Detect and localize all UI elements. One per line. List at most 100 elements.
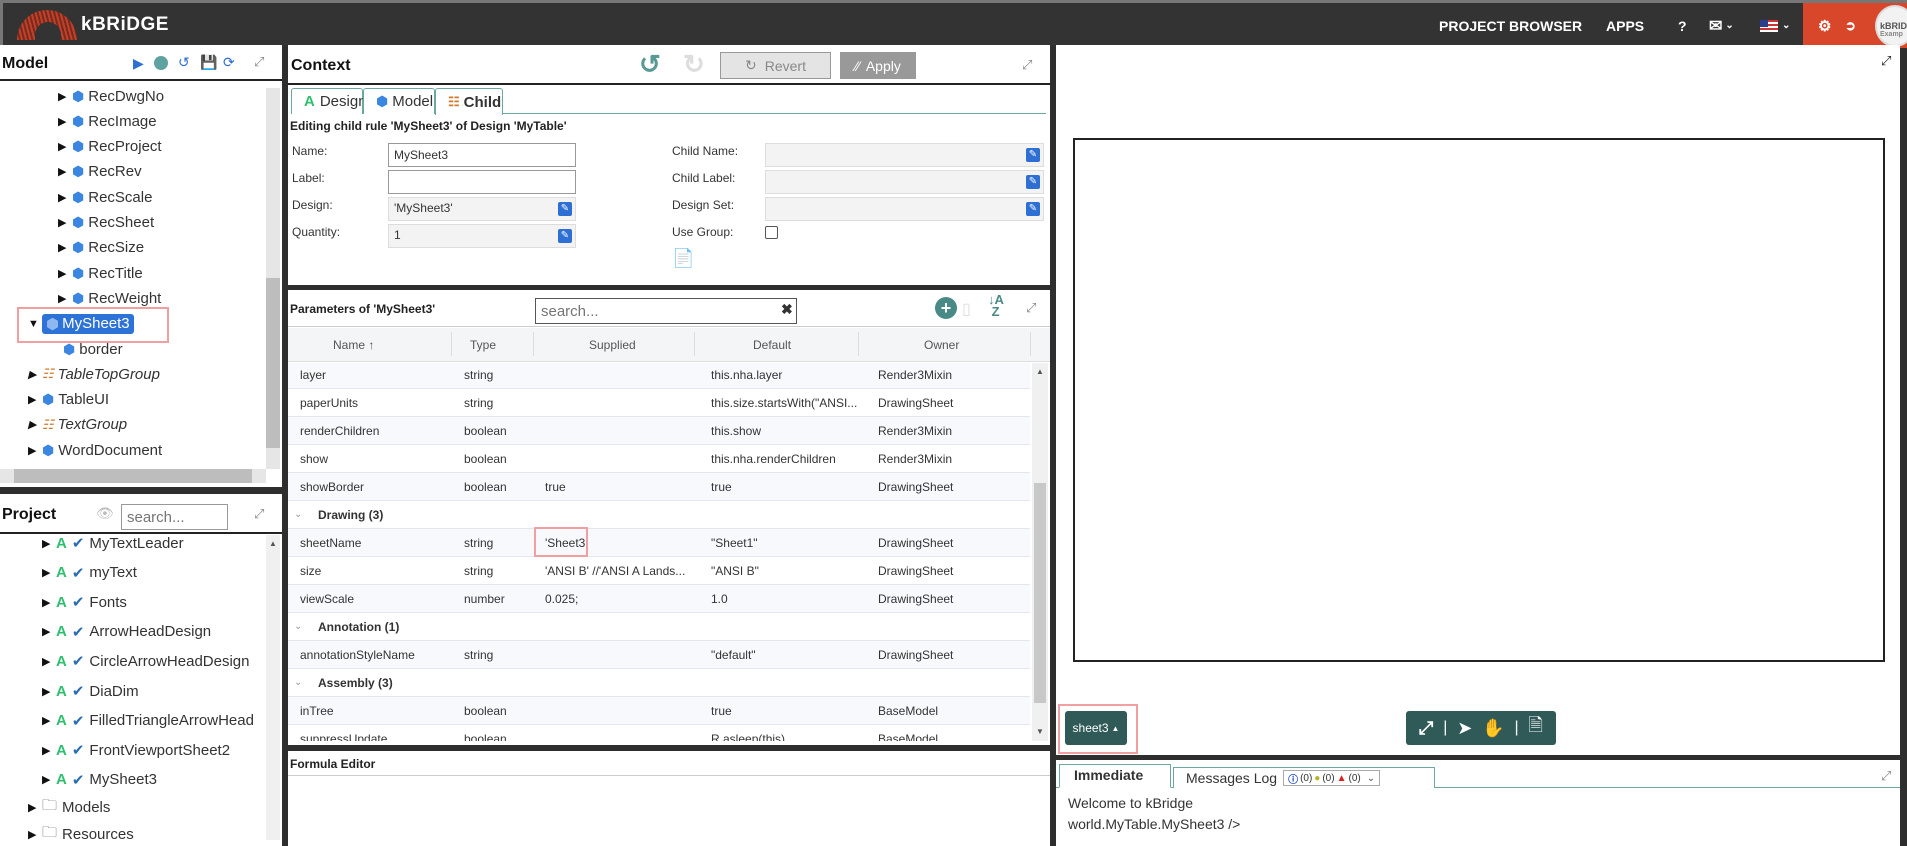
sheet-selector-button[interactable]: sheet3 ▲ [1065,711,1127,745]
expand-triangle-icon[interactable]: ▶ [58,191,72,204]
expand-triangle-icon[interactable]: ▶ [42,655,56,668]
refresh-icon[interactable]: ⟳ [223,54,235,71]
expand-triangle-icon[interactable]: ▶ [58,140,72,153]
parameters-scrollbar[interactable]: ▲ ▼ [1032,363,1048,741]
expand-triangle-icon[interactable]: ▶ [58,267,72,280]
expand-triangle-icon[interactable]: ▶ [28,418,42,431]
expand-triangle-icon[interactable]: ▶ [28,393,42,406]
table-row[interactable]: inTree boolean true BaseModel [288,697,1030,725]
avatar[interactable]: kBRID Examp [1875,5,1907,47]
expand-triangle-icon[interactable]: ▶ [28,368,42,381]
tree-item[interactable]: ⬢ border [63,337,123,361]
param-supplied[interactable]: 0.025; [545,592,578,606]
formula-editor-area[interactable] [288,777,1050,846]
hscrollbar-thumb[interactable] [14,469,252,483]
project-item[interactable]: ▶ A ✔︎ CircleArrowHeadDesign [42,649,249,673]
expand-triangle-icon[interactable]: ▶ [58,241,72,254]
column-header-supplied[interactable]: Supplied [589,338,636,352]
expand-triangle-icon[interactable]: ▶ [58,216,72,229]
chevron-down-icon[interactable]: ⌄ [294,677,302,688]
nav-help[interactable]: ? [1678,3,1687,48]
document-icon[interactable]: 📄 [672,248,694,269]
project-search-input[interactable] [121,504,228,530]
expand-triangle-icon[interactable]: ▶ [58,165,72,178]
tree-item[interactable]: ▶ ☷ TextGroup [28,413,127,437]
help-link[interactable]: ? [1678,18,1687,34]
name-input[interactable] [388,143,576,167]
table-row[interactable]: show boolean this.nha.renderChildren Ren… [288,445,1030,473]
drawing-sheet-border[interactable] [1073,138,1885,662]
chevron-down-icon[interactable]: ⌄ [294,509,302,520]
scrollbar-thumb[interactable] [1034,483,1046,703]
pointer-icon[interactable]: ➤ [1457,718,1472,739]
tab-child[interactable]: ☷ Child [435,88,503,115]
tree-item[interactable]: ▶ ⬢ TableUI [28,388,109,412]
use-group-checkbox[interactable] [765,226,778,239]
child-name-field[interactable]: ✎ [765,143,1044,167]
expand-triangle-icon[interactable]: ▶ [42,596,56,609]
expand-triangle-icon[interactable]: ▶ [42,566,56,579]
project-item[interactable]: ▶ A ✔︎ Fonts [42,590,127,614]
scroll-up-icon[interactable]: ▲ [1036,367,1044,376]
clear-search-icon[interactable]: ✖ [781,301,793,318]
table-row[interactable]: viewScale number 0.025; 1.0 DrawingSheet [288,585,1030,613]
tree-item[interactable]: ▶ ⬢ RecSheet [58,211,154,235]
expand-icon[interactable]: ⤢ [1881,768,1891,784]
scroll-up-icon[interactable]: ▲ [269,539,277,548]
expand-triangle-icon[interactable]: ▶ [28,801,42,814]
eye-slash-icon[interactable]: 👁 [96,505,114,522]
tree-item[interactable]: ▶ ⬢ RecRev [58,160,142,184]
expand-triangle-icon[interactable]: ▶ [42,685,56,698]
project-item[interactable]: ▶ A ✔︎ ArrowHeadDesign [42,620,211,644]
logout-button[interactable]: ➲ [1845,3,1856,48]
scrollbar-thumb[interactable] [266,278,280,448]
tab-model[interactable]: ⬢ Model [363,88,435,114]
parameters-search-input[interactable] [535,298,797,324]
message-filter[interactable]: ⓘ (0) ● (0) ▲ (0) ⌄ [1283,770,1381,786]
folder-item[interactable]: ▶ 🗀 Models [28,795,110,819]
expand-triangle-icon[interactable]: ▶ [42,625,56,638]
expand-triangle-icon[interactable]: ▶ [42,744,56,757]
table-row[interactable]: suppressUpdate boolean R.asleep(this) Ba… [288,725,1030,742]
param-supplied[interactable]: 'ANSI B' //'ANSI A Lands... [545,564,685,578]
pdf-icon[interactable]: 🗎 [1529,713,1543,743]
model-tree-hscrollbar[interactable] [0,469,266,483]
expand-triangle-icon[interactable]: ▶ [28,828,42,841]
param-supplied[interactable]: true [545,480,566,494]
tree-item[interactable]: ▶ ⬢ RecSize [58,236,144,260]
kbridge-logo[interactable]: kBRiDGE [17,9,169,41]
fit-view-icon[interactable]: ⤢ [1419,718,1433,739]
model-tree-scrollbar[interactable] [266,88,280,469]
project-item[interactable]: ▶ A ✔︎ FilledTriangleArrowHead [42,709,254,733]
quantity-field[interactable]: 1 ✎ [388,224,576,248]
table-row[interactable]: size string 'ANSI B' //'ANSI A Lands... … [288,557,1030,585]
expand-triangle-icon[interactable]: ▶ [58,115,72,128]
expand-icon[interactable]: ⤢ [1881,53,1891,69]
project-item[interactable]: ▶ A ✔︎ MyTextLeader [42,535,184,555]
group-row[interactable]: ⌄ Drawing (3) [288,501,1030,529]
nav-apps[interactable]: APPS [1606,3,1644,48]
eraser-icon[interactable]: ▯ [962,299,971,319]
save-icon[interactable]: 💾 [200,54,217,71]
column-header-type[interactable]: Type [470,338,496,352]
nav-project-browser[interactable]: PROJECT BROWSER [1439,3,1582,48]
column-header-default[interactable]: Default [753,338,791,352]
undo-icon[interactable]: ↺ [639,49,661,80]
table-row[interactable]: showBorder boolean true true DrawingShee… [288,473,1030,501]
redo-icon[interactable]: ↻ [683,49,705,80]
expand-icon[interactable]: ⤢ [254,54,264,70]
project-item[interactable]: ▶ A ✔︎ MySheet3 [42,768,157,792]
table-row[interactable]: annotationStyleName string "default" Dra… [288,641,1030,669]
design-set-field[interactable]: ✎ [765,197,1044,221]
status-dot-icon[interactable] [154,56,168,70]
column-header-name[interactable]: Name ↑ [333,338,374,352]
tab-design[interactable]: A Design [291,88,367,114]
settings-button[interactable]: ⚙ [1818,3,1831,48]
folder-item[interactable]: ▶ 🗀 Resources [28,822,134,846]
project-tree-scrollbar[interactable]: ▲ [266,535,280,840]
pan-hand-icon[interactable]: ✋ [1482,718,1504,739]
design-field[interactable]: 'MySheet3' ✎ [388,197,576,221]
table-row[interactable]: layer string this.nha.layer Render3Mixin [288,363,1030,389]
project-item[interactable]: ▶ A ✔︎ DiaDim [42,679,139,703]
table-row[interactable]: renderChildren boolean this.show Render3… [288,417,1030,445]
